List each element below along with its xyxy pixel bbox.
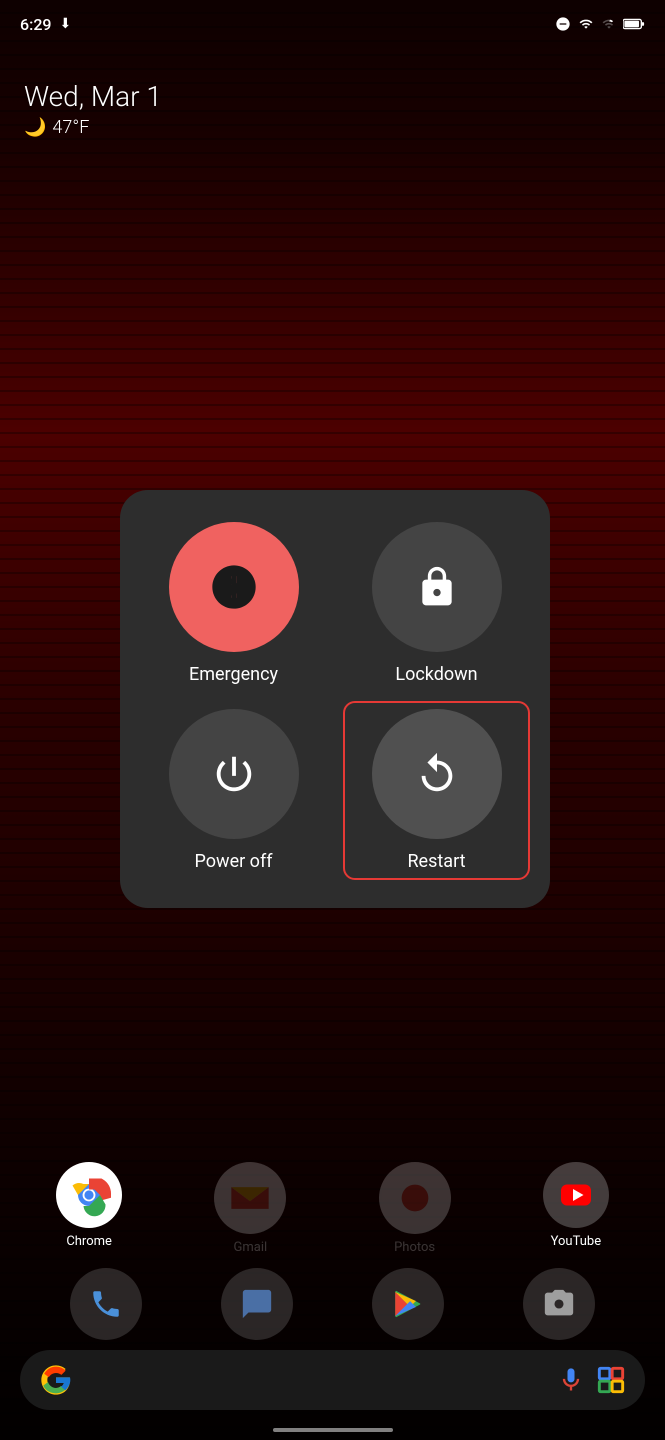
search-icons xyxy=(557,1366,625,1394)
photos-icon xyxy=(379,1162,451,1234)
restart-label: Restart xyxy=(407,851,465,872)
gmail-app[interactable]: Gmail xyxy=(214,1162,286,1255)
wifi-icon xyxy=(577,17,595,31)
phone-dock-item[interactable] xyxy=(70,1268,142,1340)
weather-row: 🌙 47°F xyxy=(24,117,162,138)
restart-icon xyxy=(414,751,460,797)
status-time: 6:29 xyxy=(20,15,52,34)
mic-icon[interactable] xyxy=(557,1366,585,1394)
power-off-button[interactable]: Power off xyxy=(140,701,327,880)
power-off-icon xyxy=(211,751,257,797)
playstore-svg xyxy=(391,1287,425,1321)
signal-icon xyxy=(601,17,617,31)
camera-svg xyxy=(542,1287,576,1321)
power-menu: Emergency Lockdown Power off Restart xyxy=(120,490,550,908)
power-off-label: Power off xyxy=(195,851,273,872)
lockdown-button[interactable]: Lockdown xyxy=(343,514,530,693)
youtube-icon xyxy=(543,1162,609,1228)
temperature: 47°F xyxy=(52,117,89,138)
status-right xyxy=(555,16,645,32)
gmail-label: Gmail xyxy=(234,1240,268,1255)
dock-row xyxy=(0,1268,665,1340)
status-bar: 6:29 ⬇ xyxy=(0,0,665,48)
emergency-circle xyxy=(169,522,299,652)
youtube-app[interactable]: YouTube xyxy=(543,1162,609,1255)
emergency-button[interactable]: Emergency xyxy=(140,514,327,693)
dnd-icon xyxy=(555,16,571,32)
restart-button[interactable]: Restart xyxy=(343,701,530,880)
youtube-logo xyxy=(558,1177,594,1213)
lockdown-label: Lockdown xyxy=(395,664,477,685)
status-left: 6:29 ⬇ xyxy=(20,15,71,34)
partial-apps: Chrome Gmail Photos YouTube xyxy=(0,1162,665,1255)
photos-app[interactable]: Photos xyxy=(379,1162,451,1255)
lockdown-circle xyxy=(372,522,502,652)
weather-icon: 🌙 xyxy=(24,117,46,138)
home-indicator xyxy=(273,1428,393,1432)
restart-circle xyxy=(372,709,502,839)
date-text: Wed, Mar 1 xyxy=(24,80,162,113)
playstore-icon xyxy=(372,1268,444,1340)
battery-icon xyxy=(623,17,645,31)
messages-icon xyxy=(221,1268,293,1340)
lock-icon xyxy=(415,565,459,609)
chrome-logo xyxy=(67,1173,111,1217)
camera-icon xyxy=(523,1268,595,1340)
youtube-label: YouTube xyxy=(551,1234,602,1249)
playstore-dock-item[interactable] xyxy=(372,1268,444,1340)
poweroff-circle xyxy=(169,709,299,839)
chrome-icon xyxy=(56,1162,122,1228)
emergency-icon xyxy=(208,561,260,613)
date-weather: Wed, Mar 1 🌙 47°F xyxy=(24,80,162,138)
chrome-app[interactable]: Chrome xyxy=(56,1162,122,1255)
gmail-icon xyxy=(214,1162,286,1234)
emergency-label: Emergency xyxy=(189,664,278,685)
download-icon: ⬇ xyxy=(60,16,72,32)
phone-svg xyxy=(89,1287,123,1321)
photos-logo xyxy=(395,1178,435,1218)
phone-icon xyxy=(70,1268,142,1340)
search-bar[interactable] xyxy=(20,1350,645,1410)
messages-svg xyxy=(240,1287,274,1321)
photos-label: Photos xyxy=(394,1240,435,1255)
lens-icon[interactable] xyxy=(597,1366,625,1394)
chrome-label: Chrome xyxy=(66,1234,112,1249)
gmail-logo xyxy=(231,1184,269,1212)
messages-dock-item[interactable] xyxy=(221,1268,293,1340)
google-logo xyxy=(40,1364,72,1396)
camera-dock-item[interactable] xyxy=(523,1268,595,1340)
